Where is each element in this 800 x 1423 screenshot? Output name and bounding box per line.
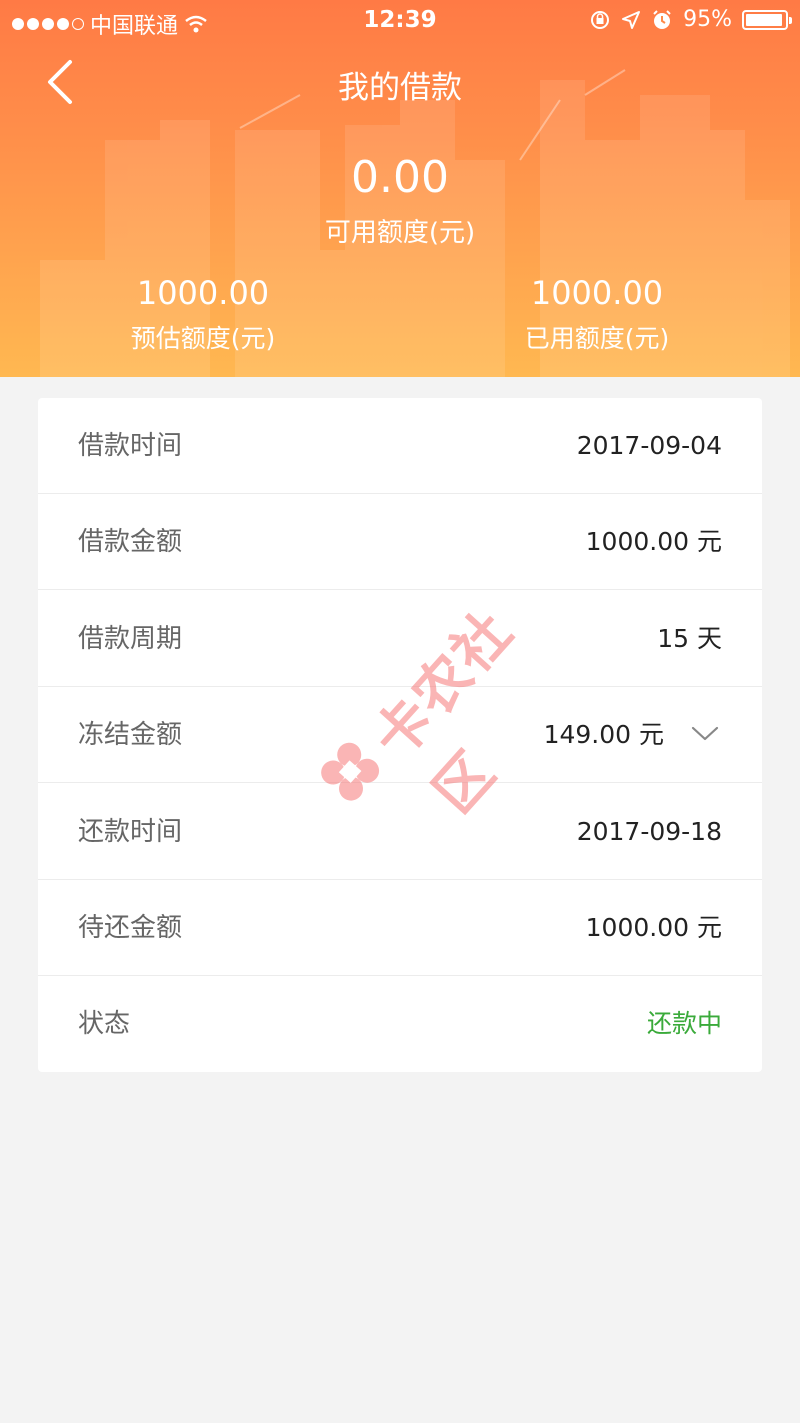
row-frozen-amount[interactable]: 冻结金额 149.00 元 xyxy=(38,687,762,783)
row-label: 还款时间 xyxy=(78,817,183,847)
rotation-lock-icon xyxy=(591,10,610,29)
estimated-credit-label: 预估额度(元) xyxy=(130,324,276,353)
row-label: 待还金额 xyxy=(78,913,183,943)
row-label: 借款周期 xyxy=(78,624,183,654)
row-loan-amount: 借款金额 1000.00 元 xyxy=(38,494,762,590)
page-title: 我的借款 xyxy=(338,70,462,106)
row-value: 1000.00 元 xyxy=(585,913,722,942)
row-repay-date: 还款时间 2017-09-18 xyxy=(38,784,762,880)
row-loan-date: 借款时间 2017-09-04 xyxy=(38,398,762,494)
row-loan-period: 借款周期 15 天 xyxy=(38,591,762,687)
row-label: 借款时间 xyxy=(78,431,183,461)
row-value: 15 天 xyxy=(657,624,722,653)
row-label: 状态 xyxy=(78,1009,131,1039)
row-value: 2017-09-04 xyxy=(576,431,722,460)
row-outstanding-amount: 待还金额 1000.00 元 xyxy=(38,880,762,976)
row-status: 状态 还款中 xyxy=(38,976,762,1072)
available-credit-label: 可用额度(元) xyxy=(324,218,476,248)
header-banner: 中国联通 12:39 95% 我的借款 0.00 可用额度(元) 1000.00… xyxy=(0,0,800,377)
row-value: 2017-09-18 xyxy=(576,817,722,846)
loan-details-card: 借款时间 2017-09-04 借款金额 1000.00 元 借款周期 15 天… xyxy=(38,398,762,1072)
row-value: 1000.00 元 xyxy=(585,527,722,556)
alarm-icon xyxy=(653,9,671,29)
location-icon xyxy=(622,10,641,29)
chevron-down-icon[interactable] xyxy=(690,723,720,745)
row-label: 冻结金额 xyxy=(78,720,183,750)
row-label: 借款金额 xyxy=(78,527,183,557)
estimated-credit-amount: 1000.00 xyxy=(136,274,270,312)
status-badge: 还款中 xyxy=(646,1009,722,1038)
battery-level-fill xyxy=(746,13,783,26)
battery-percent: 95% xyxy=(683,7,732,32)
row-value: 149.00 元 xyxy=(543,720,664,749)
available-credit-amount: 0.00 xyxy=(351,152,449,203)
used-credit-amount: 1000.00 xyxy=(530,274,664,312)
battery-icon xyxy=(742,9,792,30)
used-credit-label: 已用额度(元) xyxy=(524,324,670,353)
status-bar: 中国联通 12:39 95% xyxy=(0,0,800,40)
